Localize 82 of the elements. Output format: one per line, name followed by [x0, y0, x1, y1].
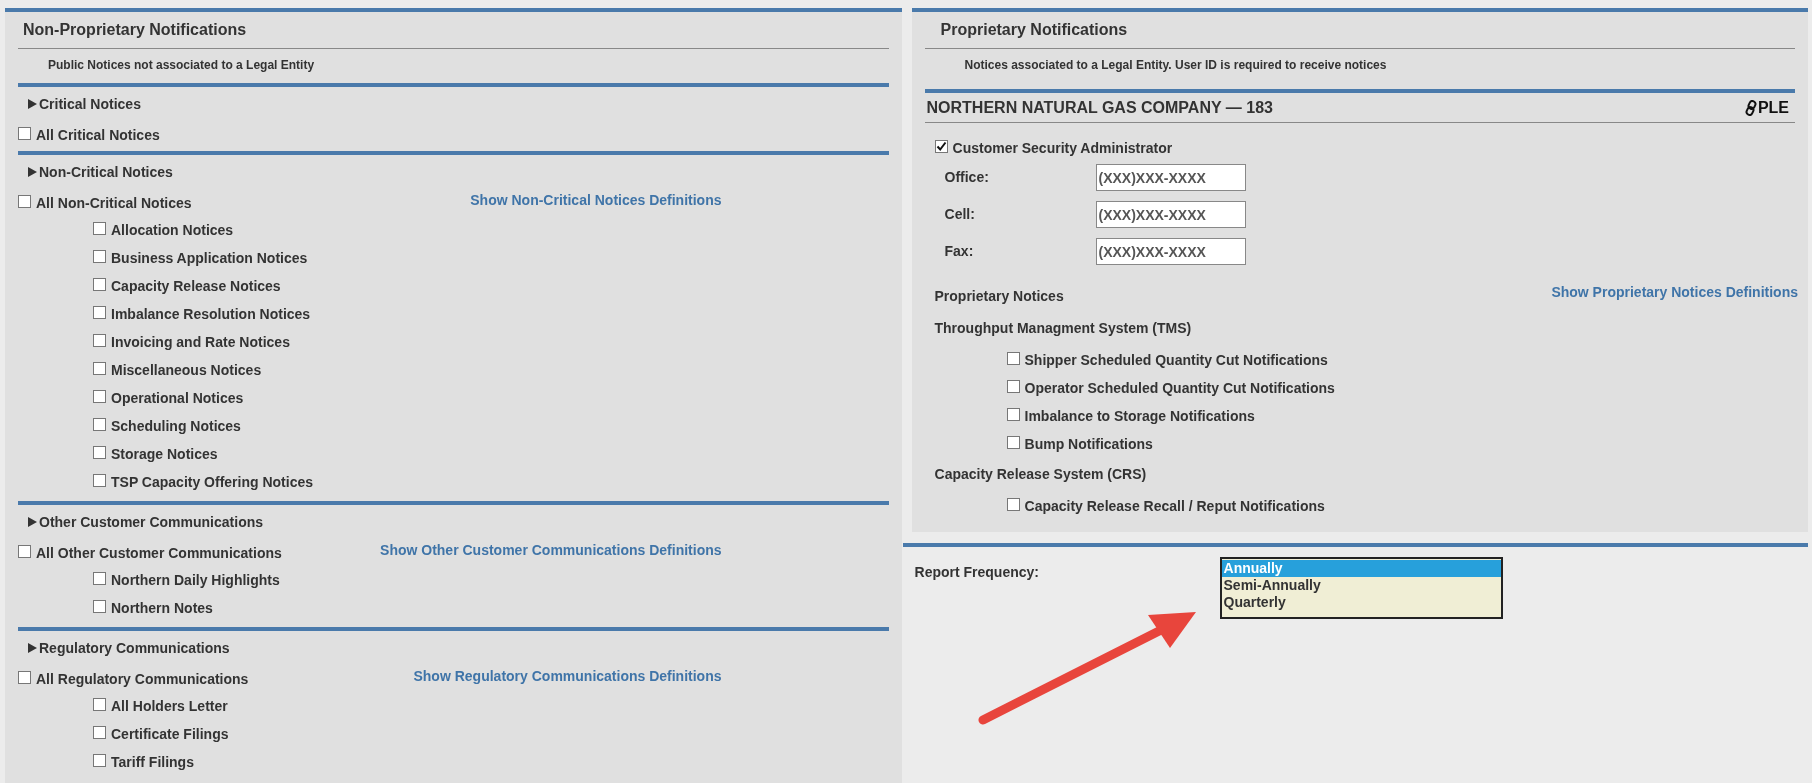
- field-label: Office:: [944, 168, 990, 187]
- checkbox[interactable]: [93, 445, 106, 459]
- definitions-link[interactable]: Show Proprietary Notices Definitions: [1551, 282, 1798, 303]
- checkbox-label: Tariff Filings: [111, 752, 194, 772]
- checkbox-label: All Critical Notices: [36, 125, 160, 145]
- phone-input-field[interactable]: (XXX)XXX-XXXX: [1095, 238, 1246, 265]
- expand-arrow-icon[interactable]: [28, 517, 37, 527]
- checkbox[interactable]: [93, 389, 106, 403]
- checkbox-label: Certificate Filings: [111, 724, 229, 744]
- checkbox[interactable]: [1006, 379, 1020, 393]
- definitions-link[interactable]: Show Other Customer Communications Definitions: [380, 539, 722, 561]
- section-label: Capacity Release System (CRS): [933, 465, 1148, 484]
- checkbox[interactable]: [18, 126, 31, 140]
- field-label: Report Frequency:: [914, 563, 1040, 582]
- section-header[interactable]: Other Customer Communications: [39, 511, 264, 533]
- checkbox-label: Miscellaneous Notices: [111, 360, 262, 380]
- expand-arrow-icon[interactable]: [28, 643, 37, 653]
- phone-input-field[interactable]: (XXX)XXX-XXXX: [1095, 201, 1246, 228]
- field-label: Cell:: [944, 205, 976, 224]
- checkbox[interactable]: [18, 544, 31, 558]
- checkbox[interactable]: [93, 473, 106, 487]
- checkbox-label: Imbalance Resolution Notices: [111, 304, 311, 324]
- checkbox-label: Customer Security Administrator: [952, 138, 1173, 158]
- checkbox-label: Business Application Notices: [111, 248, 308, 268]
- checkbox[interactable]: [93, 305, 106, 319]
- listbox-option[interactable]: Semi-Annually: [1221, 577, 1501, 594]
- checkbox-label: Bump Notifications: [1024, 434, 1153, 454]
- section-header[interactable]: Regulatory Communications: [39, 637, 230, 659]
- checkbox-label: Invoicing and Rate Notices: [111, 332, 290, 352]
- checkbox[interactable]: [1006, 497, 1020, 511]
- checkbox-label: Scheduling Notices: [111, 416, 241, 436]
- checkbox-label: Allocation Notices: [111, 220, 234, 240]
- checkbox[interactable]: [93, 333, 106, 347]
- checkbox[interactable]: [93, 417, 106, 431]
- panel-title: Non-Proprietary Notifications: [18, 12, 889, 49]
- checkbox[interactable]: [1006, 351, 1020, 365]
- panel-title: Proprietary Notifications: [924, 12, 1795, 49]
- checkbox[interactable]: [1006, 407, 1020, 421]
- expand-arrow-icon[interactable]: [28, 167, 37, 177]
- checkbox[interactable]: [93, 571, 106, 585]
- checkbox[interactable]: [18, 194, 31, 208]
- checkbox-label: All Holders Letter: [111, 696, 228, 716]
- section-header[interactable]: Critical Notices: [39, 93, 141, 115]
- checkbox-label: Storage Notices: [111, 444, 218, 464]
- checkbox[interactable]: [18, 670, 31, 684]
- definitions-link[interactable]: Show Regulatory Communications Definitions: [413, 665, 722, 687]
- checkbox-label: Capacity Release Recall / Reput Notifications: [1024, 496, 1325, 516]
- section-label: Throughput Managment System (TMS): [933, 319, 1193, 338]
- checkbox-label: All Other Customer Communications: [36, 543, 282, 563]
- phone-input-field[interactable]: (XXX)XXX-XXXX: [1095, 164, 1246, 191]
- expand-arrow-icon[interactable]: [28, 99, 37, 109]
- checkbox-label: Northern Daily Highlights: [111, 570, 280, 590]
- checkbox[interactable]: [93, 725, 106, 739]
- checkbox[interactable]: [93, 753, 106, 767]
- checkbox[interactable]: [93, 277, 106, 291]
- checkbox-label: All Regulatory Communications: [36, 669, 249, 689]
- checkbox-label: Northern Notes: [111, 598, 213, 618]
- listbox-option[interactable]: Quarterly: [1221, 594, 1501, 611]
- checkbox-label: Operational Notices: [111, 388, 244, 408]
- checkbox-label: All Non-Critical Notices: [36, 193, 192, 213]
- checkbox[interactable]: [93, 221, 106, 235]
- definitions-link[interactable]: Show Non-Critical Notices Definitions: [470, 189, 722, 211]
- link-icon: [1743, 99, 1758, 116]
- legal-entity-link[interactable]: PLE: [1743, 95, 1789, 120]
- panel-subtitle: Notices associated to a Legal Entity. User ID is required to receive notices: [963, 57, 1388, 74]
- checkbox[interactable]: [93, 249, 106, 263]
- checkbox-label: Shipper Scheduled Quantity Cut Notifications: [1024, 350, 1328, 370]
- company-name: NORTHERN NATURAL GAS COMPANY — 183: [926, 97, 1273, 118]
- section-header[interactable]: Non-Critical Notices: [39, 161, 173, 183]
- field-label: Fax:: [944, 242, 975, 261]
- checkbox-label: Imbalance to Storage Notifications: [1024, 406, 1255, 426]
- checkbox-label: TSP Capacity Offering Notices: [111, 472, 313, 492]
- checkbox-label: Operator Scheduled Quantity Cut Notifications: [1024, 378, 1335, 398]
- checkbox[interactable]: [93, 697, 106, 711]
- checkbox[interactable]: [934, 139, 948, 153]
- panel-subtitle: Public Notices not associated to a Legal Entity: [47, 57, 316, 74]
- checkbox-label: Capacity Release Notices: [111, 276, 281, 296]
- frequency-listbox[interactable]: Annually Semi-Annually Quarterly: [1219, 557, 1503, 619]
- section-label: Proprietary Notices: [934, 287, 1064, 306]
- checkbox[interactable]: [93, 599, 106, 613]
- checkbox[interactable]: [1006, 435, 1020, 449]
- checkbox[interactable]: [93, 361, 106, 375]
